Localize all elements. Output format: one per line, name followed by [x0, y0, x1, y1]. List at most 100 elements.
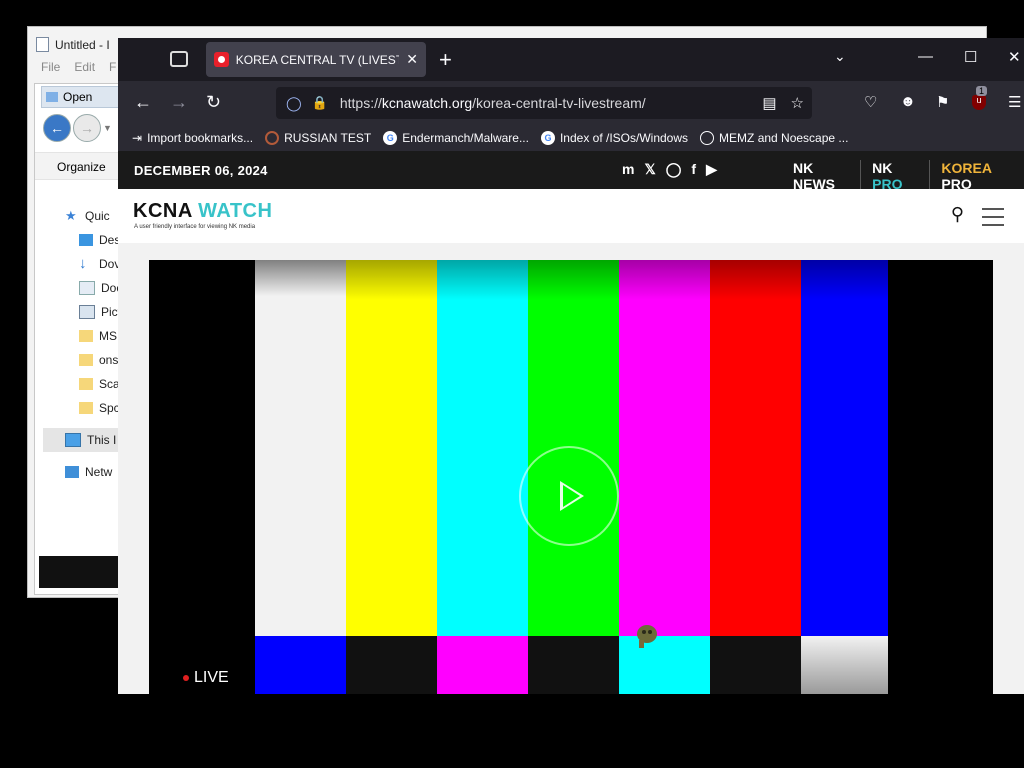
top-strip: DECEMBER 06, 2024 m 𝕏 ◯ f ▶ NK NEWS NK P… [118, 151, 1024, 192]
import-icon: ⇥ [132, 131, 143, 145]
notepad-menu-format[interactable]: F [109, 60, 116, 74]
color-bar-bottom [528, 636, 619, 694]
back-icon[interactable]: ← [134, 92, 152, 113]
reader-view-icon[interactable]: ▤ [762, 94, 776, 112]
tab-active[interactable]: KOREA CENTRAL TV (LIVESTREAM) ✕ [206, 42, 426, 77]
notepad-menu: File Edit F [41, 60, 116, 74]
tree-label: Sca [99, 377, 120, 391]
url-host: kcnawatch.org [381, 95, 473, 111]
nk-pro-link[interactable]: NK PRO [860, 160, 929, 192]
url-path: /korea-central-tv-livestream/ [472, 95, 646, 111]
dialog-nav: ← → ▼ [43, 114, 112, 142]
notepad-title-text: Untitled - I [55, 37, 110, 52]
lock-icon[interactable]: 🔒 [312, 95, 328, 111]
bookmark-label: MEMZ and Noescape ... [719, 131, 849, 145]
minimize-icon[interactable]: — [918, 48, 933, 65]
download-icon: ↓ [79, 255, 87, 272]
url-text[interactable]: https://kcnawatch.org/korea-central-tv-l… [340, 95, 646, 111]
chevron-down-icon[interactable]: ⌄ [834, 48, 846, 65]
color-bar-top [888, 260, 993, 636]
korea-pro-link[interactable]: KOREA PRO [929, 160, 1024, 192]
documents-icon [79, 281, 95, 295]
url-prefix: https:// [339, 95, 382, 111]
organize-button[interactable]: Organize [35, 152, 125, 180]
notepad-menu-edit[interactable]: Edit [74, 60, 95, 74]
bookmark-star-icon[interactable]: ☆ [791, 94, 804, 112]
tree-label: This I [87, 433, 117, 447]
color-bar-bottom [801, 636, 888, 694]
color-bar-top [619, 260, 710, 636]
google-icon: G [383, 131, 398, 145]
pictures-icon [79, 305, 95, 319]
nk-pro-a: NK [872, 160, 893, 176]
bookmark-import[interactable]: ⇥ Import bookmarks... [132, 131, 253, 145]
dialog-bottom-panel [39, 556, 119, 588]
notepad-menu-file[interactable]: File [41, 60, 60, 74]
color-bar-top [801, 260, 888, 636]
color-bar-bottom [437, 636, 528, 694]
folder-icon [79, 330, 93, 342]
tab-bar: KOREA CENTRAL TV (LIVESTREAM) ✕ + ⌄ — ☐ … [118, 38, 1024, 81]
forward-icon[interactable]: → [170, 92, 188, 113]
google-icon: G [540, 131, 555, 145]
account-icon[interactable]: ☻ [900, 93, 916, 110]
live-dot-icon [183, 675, 189, 681]
bookmark-isos[interactable]: G Index of /ISOs/Windows [540, 131, 688, 145]
url-bar[interactable]: ◯ 🔒 https://kcnawatch.org/korea-central-… [276, 87, 812, 119]
date-label: DECEMBER 06, 2024 [134, 163, 268, 178]
color-bar-top [437, 260, 528, 636]
tree-label: Quic [85, 209, 110, 223]
notepad-doc-icon [36, 37, 49, 52]
video-player[interactable]: LIVE [149, 260, 993, 694]
bookmark-russian-test[interactable]: RUSSIAN TEST [265, 131, 371, 145]
forward-arrow-icon[interactable]: → [73, 114, 101, 142]
tagline: A user friendly interface for viewing NK… [134, 224, 256, 230]
bookmark-label: RUSSIAN TEST [284, 131, 372, 145]
play-button[interactable] [519, 446, 619, 546]
logo-a: KCNA [133, 200, 199, 222]
close-tab-icon[interactable]: ✕ [406, 51, 418, 68]
tracking-shield-icon[interactable]: ◯ [286, 95, 302, 112]
pocket-icon[interactable]: ♡ [864, 93, 877, 111]
color-bar-bottom [255, 636, 346, 694]
kcna-watch-logo[interactable]: KCNA WATCH [133, 200, 272, 223]
color-bar-bottom [888, 636, 993, 694]
live-indicator: LIVE [183, 669, 229, 687]
search-icon[interactable]: ⚲ [951, 204, 964, 225]
facebook-icon[interactable]: f [691, 161, 696, 178]
maximize-icon[interactable]: ☐ [964, 48, 977, 66]
bookmarks-toolbar: ⇥ Import bookmarks... RUSSIAN TEST G End… [118, 125, 1024, 151]
new-tab-plus-icon[interactable]: + [439, 47, 452, 73]
nk-news-link[interactable]: NK NEWS [782, 160, 860, 192]
star-icon: ★ [65, 208, 77, 223]
bookmark-endermanch[interactable]: G Endermanch/Malware... [383, 131, 529, 145]
history-dropdown-icon[interactable]: ▼ [103, 123, 112, 133]
extensions-icon[interactable]: ⚑ [936, 93, 949, 111]
desktop-icon [79, 234, 93, 246]
url-actions: ▤ ☆ [762, 94, 804, 112]
instagram-icon[interactable]: ◯ [666, 161, 682, 178]
color-bar-top [346, 260, 437, 636]
social-links: m 𝕏 ◯ f ▶ [622, 161, 717, 178]
logo-b: WATCH [198, 200, 273, 222]
youtube-icon[interactable]: ▶ [706, 161, 717, 178]
tab-list-icon[interactable] [170, 51, 188, 67]
extension-badge: 1 [976, 86, 988, 96]
menu-icon[interactable] [982, 208, 1004, 232]
back-arrow-icon[interactable]: ← [43, 114, 71, 142]
mastodon-icon[interactable]: m [622, 161, 634, 178]
x-icon[interactable]: 𝕏 [644, 161, 655, 178]
open-file-dialog: Open ← → ▼ Organize ★ Quic Des ↓ Dov Doc… [34, 83, 145, 595]
favicon-icon [214, 52, 229, 67]
notepad-title: Untitled - I [36, 37, 110, 52]
site-header: KCNA WATCH A user friendly interface for… [118, 189, 1024, 244]
hamburger-menu-icon[interactable]: ☰ [1008, 93, 1021, 111]
close-window-icon[interactable]: ✕ [1008, 48, 1021, 66]
tree-label: MS [99, 329, 117, 343]
bookmark-memz[interactable]: MEMZ and Noescape ... [700, 131, 848, 145]
ublock-icon[interactable]: u [972, 95, 986, 110]
tab-title: KOREA CENTRAL TV (LIVESTREAM) [235, 52, 400, 67]
reload-icon[interactable]: ↻ [206, 92, 221, 113]
nav-toolbar: ← → ↻ ◯ 🔒 https://kcnawatch.org/korea-ce… [118, 81, 1024, 125]
partner-links: NK NEWS NK PRO KOREA PRO [782, 160, 1024, 192]
